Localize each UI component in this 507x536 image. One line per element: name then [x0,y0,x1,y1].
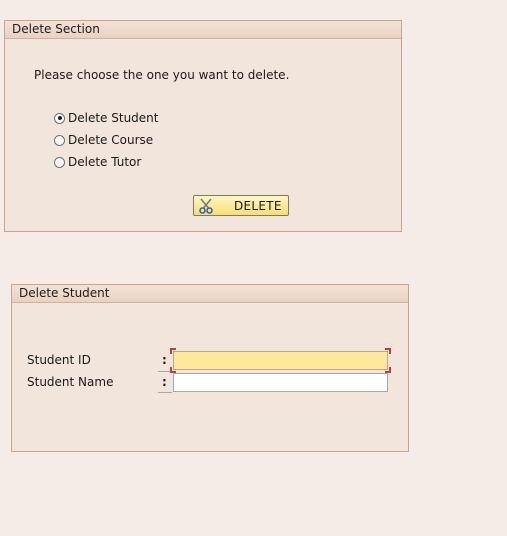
delete-section-panel: Delete Section Please choose the one you… [4,20,402,232]
radio-delete-course[interactable]: Delete Course [54,132,153,148]
scissors-icon [198,197,214,214]
radio-delete-student[interactable]: Delete Student [54,110,158,126]
radio-delete-tutor[interactable]: Delete Tutor [54,154,141,170]
student-name-colon: : [162,375,167,389]
student-name-label: Student Name [27,375,114,389]
radio-button[interactable] [54,134,65,146]
delete-prompt: Please choose the one you want to delete… [34,68,290,82]
delete-student-panel: Delete Student Student ID : Student Name… [11,284,409,452]
student-id-label: Student ID [27,353,91,367]
field-underline [158,371,172,372]
field-underline [158,392,172,393]
radio-button-selected[interactable] [54,112,65,124]
delete-student-title: Delete Student [12,285,408,303]
student-id-input[interactable] [173,351,388,370]
student-name-input[interactable] [173,373,388,392]
student-id-colon: : [162,353,167,367]
radio-label: Delete Tutor [68,155,142,169]
delete-button[interactable]: DELETE [193,195,289,216]
delete-section-title: Delete Section [5,21,401,39]
delete-button-label: DELETE [234,198,282,213]
radio-button[interactable] [54,156,65,168]
radio-label: Delete Student [68,111,159,125]
radio-label: Delete Course [68,133,154,147]
